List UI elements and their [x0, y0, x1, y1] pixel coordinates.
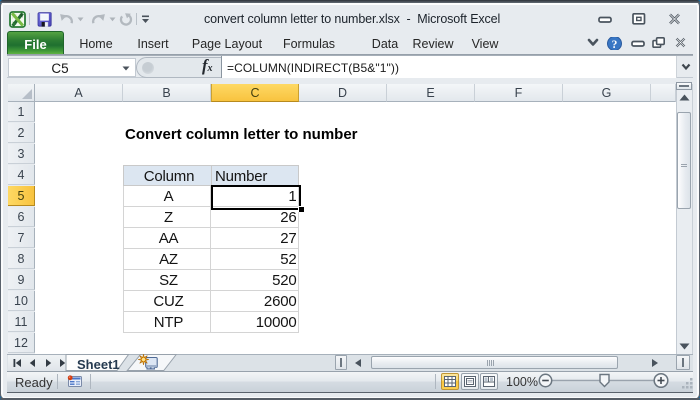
svg-text:?: ?: [612, 39, 618, 50]
